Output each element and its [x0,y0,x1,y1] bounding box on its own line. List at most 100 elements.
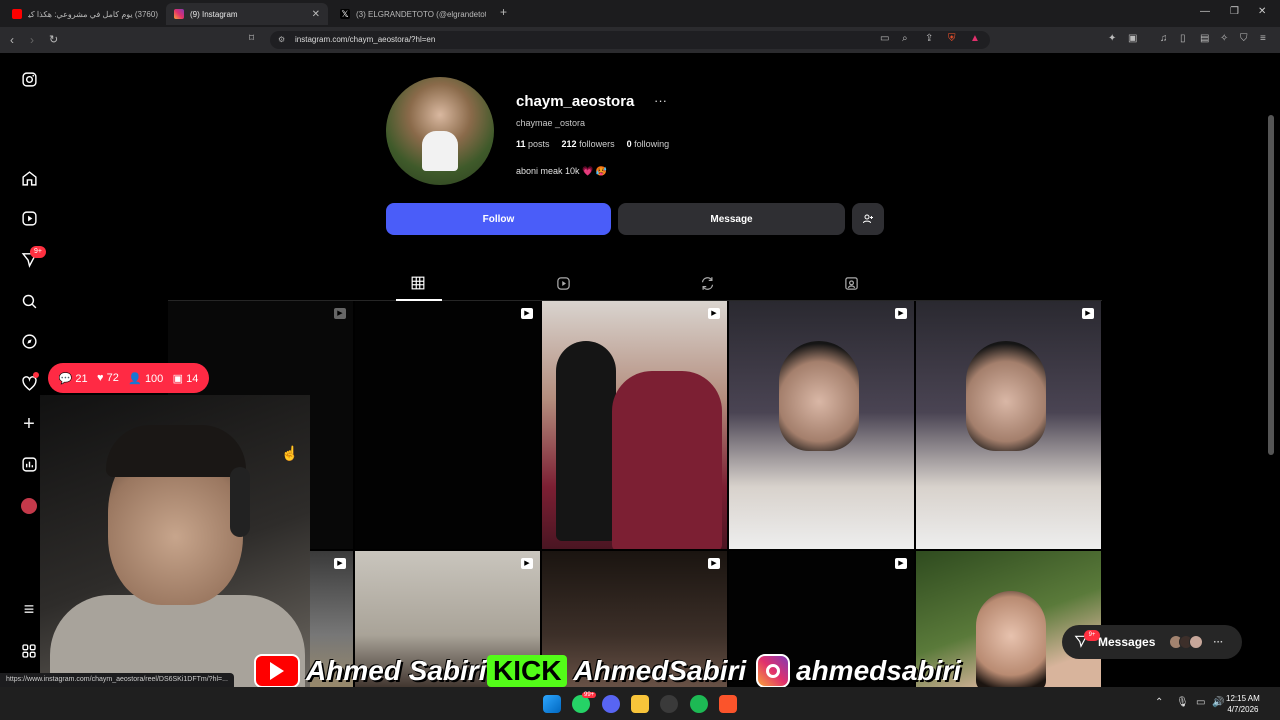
volume-icon[interactable]: 🔊 [1212,697,1224,708]
reels-tab[interactable] [553,274,573,292]
tagged-tab[interactable] [841,274,861,292]
share-icon[interactable]: ⇪ [925,33,933,44]
windows-start-icon[interactable] [543,695,561,713]
post-thumbnail[interactable]: ▶ [729,301,914,549]
posts-stat: 11 posts [516,139,550,149]
windows-taskbar: 99+ ⌃ 🎙 ▭ 🔊 12:15 AM 4/7/2026 [0,687,1280,720]
media-icon[interactable]: ♫ [1160,33,1168,44]
youtube-favicon-icon [12,9,22,19]
post-thumbnail[interactable]: ▶ [916,301,1101,549]
reel-icon: ▶ [334,558,346,569]
instagram-icon[interactable] [19,69,39,89]
tray-chevron-icon[interactable]: ⌃ [1155,697,1163,708]
reload-icon[interactable]: ↻ [49,33,58,46]
minimize-icon[interactable]: — [1200,6,1210,17]
back-icon[interactable]: ‹ [10,33,14,47]
site-info-icon[interactable]: ⚙ [278,35,285,44]
messages-more-icon[interactable]: ··· [1213,637,1223,648]
brave-rewards-icon[interactable]: ▲ [970,33,980,44]
close-tab-icon[interactable]: ✕ [312,9,320,20]
followers-stat[interactable]: 212 followers [562,139,615,149]
kick-handle: AhmedSabiri [573,655,747,686]
discord-icon[interactable] [602,695,620,713]
reels-tab-icon [556,276,570,290]
brave-icon[interactable] [719,695,737,713]
more-options-icon[interactable]: ··· [654,93,667,108]
microphone-icon[interactable]: 🎙 [1176,697,1189,708]
profile-avatar-icon[interactable] [19,496,39,516]
meta-apps-icon[interactable] [19,641,39,661]
tab-label: (3) ELGRANDETOTO (@elgrandetoto) [356,9,486,19]
kick-logo: KICK [487,655,568,687]
bookmark-icon[interactable]: ⌑ [249,33,254,44]
photo-figure [976,591,1046,687]
mouse-cursor-icon: ☝ [281,445,299,461]
webcam-hair [106,425,246,477]
following-stat[interactable]: 0 following [627,139,670,149]
post-thumbnail[interactable]: ▶ [355,301,540,549]
cast-icon[interactable]: ▭ [880,33,889,44]
address-toolbar: ‹ › ↻ ⌑ ⚙ instagram.com/chaym_aeostora/?… [0,27,1280,53]
tab-youtube[interactable]: (3760) يوم كامل في مشروعي: هكذا كيد [4,3,166,25]
page-scrollbar[interactable] [1268,115,1274,455]
tagged-icon [844,276,858,290]
explore-icon[interactable] [19,331,39,351]
link-status-url: https://www.instagram.com/chaym_aeostora… [0,673,234,687]
zoom-icon[interactable]: ⌕ [902,33,908,44]
file-explorer-icon[interactable] [631,695,649,713]
youtube-handle: Ahmed Sabiri [306,655,487,686]
create-icon[interactable]: + [19,413,39,435]
instagram-handle: ahmedsabiri [796,655,961,686]
avatar [1189,635,1204,649]
instagram-banner: ahmedsabiri [756,651,961,687]
wallet-icon[interactable]: ▣ [1128,33,1137,44]
brave-shield-icon[interactable]: ⛨ [948,33,956,44]
home-icon[interactable] [19,168,39,188]
photo-figure [966,341,1046,451]
posts-grid-tab[interactable] [408,274,428,292]
photo-figure [612,371,722,549]
dashboard-icon[interactable] [19,454,39,474]
close-window-icon[interactable]: ✕ [1258,6,1266,17]
browser-tab-bar: (3760) يوم كامل في مشروعي: هكذا كيد (9) … [0,0,1280,27]
leo-icon[interactable]: ✧ [1220,33,1228,44]
instagram-page: 9+ + ≡ chaym_aeostora ··· chaymae _ostor… [0,53,1280,687]
webcam-headset [230,467,250,537]
spotify-icon[interactable] [690,695,708,713]
tab-label: (3760) يوم كامل في مشروعي: هكذا كيد [28,9,158,19]
restore-icon[interactable]: ❐ [1230,6,1239,17]
profile-avatar[interactable] [386,77,494,185]
messages-label: Messages [1098,635,1156,649]
chrome-icon[interactable] [660,695,678,713]
message-button[interactable]: Message [618,203,845,235]
instagram-favicon-icon [174,9,184,19]
url-text: instagram.com/chaym_aeostora/?hl=en [295,35,436,44]
tab-instagram[interactable]: (9) Instagram ✕ [166,3,328,25]
youtube-banner: Ahmed Sabiri [254,651,486,687]
sidebar-toggle-icon[interactable]: ▯ [1180,33,1186,44]
tab-x[interactable]: 𝕏 (3) ELGRANDETOTO (@elgrandetoto) [332,3,494,25]
tab-label: (9) Instagram [190,9,238,19]
extensions-icon[interactable]: ✦ [1108,33,1116,44]
menu-icon[interactable]: ≡ [19,599,39,619]
vpn-icon[interactable]: ⛉ [1240,33,1248,44]
reels-icon[interactable] [19,208,39,228]
post-thumbnail[interactable]: ▶ [542,301,727,549]
taskbar-clock[interactable]: 12:15 AM 4/7/2026 [1226,693,1260,715]
wallet2-icon[interactable]: ▤ [1200,33,1209,44]
profile-bio: aboni meak 10k 💗 🥵 [516,166,607,176]
instagram-logo-icon [756,654,790,687]
reel-icon: ▶ [708,308,720,319]
reel-icon: ▶ [895,558,907,569]
reposts-tab[interactable] [697,274,717,292]
search-icon[interactable] [19,291,39,311]
follow-button[interactable]: Follow [386,203,611,235]
browser-menu-icon[interactable]: ≡ [1260,33,1266,44]
profile-username: chaym_aeostora [516,93,635,110]
new-tab-button[interactable]: + [500,5,507,19]
forward-icon[interactable]: › [30,33,34,47]
network-icon[interactable]: ▭ [1196,697,1205,708]
whatsapp-badge: 99+ [582,692,597,698]
suggested-users-button[interactable] [852,203,884,235]
likes-stat: ♥ 72 [97,372,119,384]
